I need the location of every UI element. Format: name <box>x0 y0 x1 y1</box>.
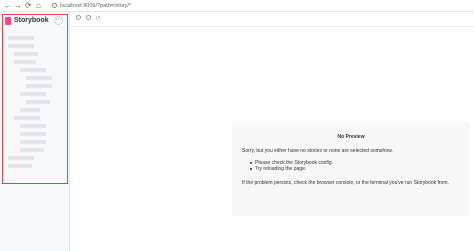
no-preview-list: Please check the Storybook config. Try r… <box>250 160 333 172</box>
back-icon[interactable]: ← <box>4 1 12 11</box>
zoom-out-icon[interactable] <box>84 15 92 23</box>
browser-toolbar: ← → ⟳ ⌂ localhost:9009/?path=/story/* <box>0 0 474 12</box>
skeleton-item <box>20 124 46 128</box>
canvas-toolbar: ↺ <box>70 12 474 27</box>
zoom-in-icon[interactable] <box>74 15 82 23</box>
skeleton-item <box>8 164 32 168</box>
skeleton-item <box>26 84 52 88</box>
home-icon[interactable]: ⌂ <box>36 1 41 11</box>
skeleton-item <box>20 132 46 136</box>
no-preview-footer: If the problem persists, check the brows… <box>242 180 449 186</box>
forward-icon[interactable]: → <box>14 1 22 11</box>
skeleton-item <box>8 156 34 160</box>
no-preview-panel: No Preview Sorry, but you either have no… <box>232 122 470 216</box>
skeleton-item <box>14 116 40 120</box>
reload-icon[interactable]: ⟳ <box>25 1 32 11</box>
address-bar[interactable]: localhost:9009/?path=/story/* <box>52 1 470 11</box>
skeleton-item <box>26 100 50 104</box>
skeleton-item <box>14 60 36 64</box>
skeleton-item <box>20 108 40 112</box>
menu-button[interactable]: ⋯ <box>54 16 63 25</box>
skeleton-item <box>14 52 38 56</box>
no-preview-title: No Preview <box>337 134 365 140</box>
list-item: Try reloading the page. <box>250 166 333 172</box>
skeleton-item <box>20 92 46 96</box>
storybook-logo-icon <box>5 17 11 25</box>
brand-title[interactable]: Storybook <box>14 17 49 25</box>
skeleton-item <box>8 36 34 40</box>
no-preview-message: Sorry, but you either have no stories or… <box>242 148 393 154</box>
skeleton-item <box>26 76 52 80</box>
skeleton-item <box>20 148 44 152</box>
skeleton-item <box>8 44 34 48</box>
info-icon[interactable] <box>52 3 57 8</box>
skeleton-item <box>20 68 46 72</box>
skeleton-item <box>20 140 46 144</box>
zoom-reset-icon[interactable]: ↺ <box>94 15 102 23</box>
url-text: localhost:9009/?path=/story/* <box>60 3 132 9</box>
sidebar: Storybook ⋯ <box>0 12 70 251</box>
